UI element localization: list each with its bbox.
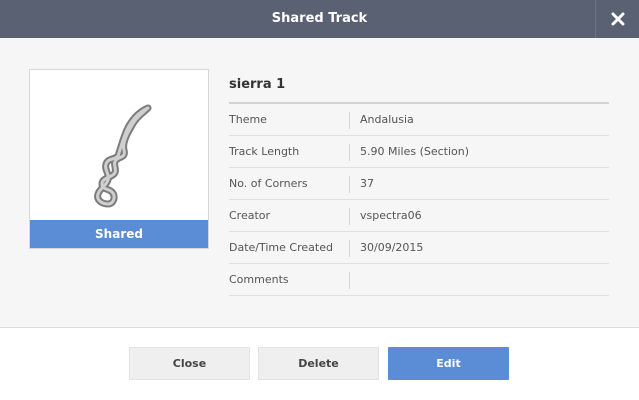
detail-row-track-length: Track Length 5.90 Miles (Section) xyxy=(229,136,609,168)
detail-label: Creator xyxy=(229,209,271,222)
dialog-titlebar: Shared Track xyxy=(0,0,639,38)
detail-label: Date/Time Created xyxy=(229,241,333,254)
detail-label: Track Length xyxy=(229,145,300,158)
detail-label: No. of Corners xyxy=(229,177,308,190)
detail-label: Comments xyxy=(229,273,289,286)
detail-row-comments: Comments xyxy=(229,264,609,296)
edit-button[interactable]: Edit xyxy=(388,347,509,380)
detail-row-date-created: Date/Time Created 30/09/2015 xyxy=(229,232,609,264)
divider xyxy=(349,240,350,257)
detail-label: Theme xyxy=(229,113,267,126)
divider xyxy=(349,208,350,225)
detail-row-theme: Theme Andalusia xyxy=(229,104,609,136)
track-details-table: Theme Andalusia Track Length 5.90 Miles … xyxy=(229,104,609,296)
track-name: sierra 1 xyxy=(229,77,286,92)
detail-value: 30/09/2015 xyxy=(360,241,424,254)
detail-value: 37 xyxy=(360,177,374,190)
divider xyxy=(349,176,350,193)
dialog-content: Shared sierra 1 Theme Andalusia Track Le… xyxy=(0,38,639,328)
detail-value: 5.90 Miles (Section) xyxy=(360,145,470,158)
track-thumbnail: Shared xyxy=(29,69,209,249)
detail-value: vspectra06 xyxy=(360,209,422,222)
close-button[interactable]: Close xyxy=(129,347,250,380)
shared-status-bar: Shared xyxy=(30,220,208,248)
close-icon[interactable] xyxy=(595,0,639,38)
detail-row-corners: No. of Corners 37 xyxy=(229,168,609,200)
divider xyxy=(349,144,350,161)
delete-button[interactable]: Delete xyxy=(258,347,379,380)
track-shape-icon xyxy=(94,104,152,208)
divider xyxy=(349,272,350,289)
divider xyxy=(349,112,350,129)
dialog-title: Shared Track xyxy=(271,11,368,26)
detail-row-creator: Creator vspectra06 xyxy=(229,200,609,232)
detail-value: Andalusia xyxy=(360,113,414,126)
